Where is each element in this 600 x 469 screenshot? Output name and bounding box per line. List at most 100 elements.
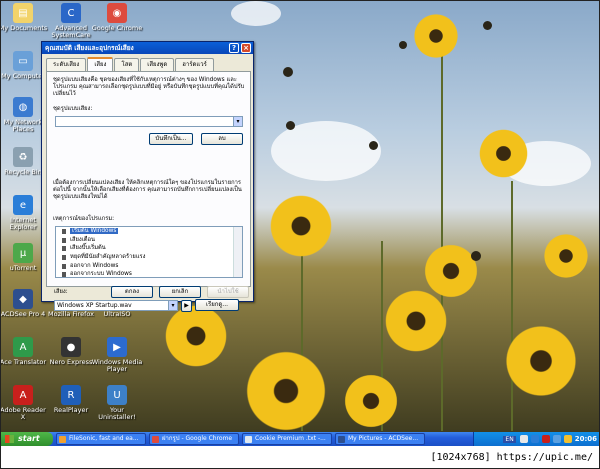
clock[interactable]: 20:06 <box>575 435 597 443</box>
taskbar-item-label: Cookie Premium .txt -... <box>255 435 326 442</box>
chevron-down-icon[interactable]: ▾ <box>168 301 177 310</box>
chevron-down-icon[interactable]: ▾ <box>233 117 242 126</box>
desktop-icon-google-chrome[interactable]: ◉ Google Chrome <box>91 3 143 32</box>
tab-audio[interactable]: โสต <box>114 58 140 71</box>
event-label: ออกจาก Windows <box>70 262 119 269</box>
event-item[interactable]: เสียงบี๊บเริ่มต้น <box>56 244 242 253</box>
tab-volume[interactable]: ระดับเสียง <box>46 58 87 71</box>
help-button[interactable]: ? <box>229 43 239 53</box>
language-indicator[interactable]: EN <box>503 435 516 443</box>
desktop-icon-my-documents[interactable]: ▤ My Documents <box>1 3 49 32</box>
events-label: เหตุการณ์ของโปรแกรม: <box>53 216 115 222</box>
volume-icon[interactable] <box>552 435 561 443</box>
advanced-systemcare-icon: C <box>61 3 81 23</box>
sounds-tab-panel: ชุดรูปแบบเสียงคือ ชุดของเสียงที่ใช้กับเห… <box>46 71 251 287</box>
advanced-systemcare-tray-icon[interactable] <box>530 435 539 443</box>
acdsee-icon <box>338 436 345 443</box>
flower <box>341 371 401 431</box>
browse-button[interactable]: เรียกดู... <box>195 299 239 311</box>
utorrent-icon: µ <box>13 243 33 263</box>
desktop-wallpaper: ▤ My Documents C Advanced SystemCare ◉ G… <box>1 1 599 432</box>
close-button[interactable]: × <box>241 43 251 53</box>
sound-file-value: Windows XP Startup.wav <box>57 302 132 309</box>
flower-bud <box>471 251 481 261</box>
taskbar-item-label: My Pictures - ACDSee... <box>348 435 419 442</box>
flower <box>241 346 331 432</box>
sound-scheme-select[interactable]: ▾ <box>55 116 243 127</box>
desktop-icon-media-player[interactable]: ▶ Windows Media Player <box>91 337 143 373</box>
tab-sounds[interactable]: เสียง <box>87 57 114 71</box>
dialog-tabs: ระดับเสียง เสียง โสต เสียงพูด ฮาร์ดแวร์ <box>46 57 215 71</box>
sound-file-select[interactable]: Windows XP Startup.wav ▾ <box>54 300 178 311</box>
desktop-icon-nero-express[interactable]: ● Nero Express <box>45 337 97 366</box>
taskbar-item-label: FileSonic, fast and ea... <box>69 435 139 442</box>
taskbar-item[interactable]: My Pictures - ACDSee... <box>335 433 425 445</box>
flower-stem <box>511 181 513 431</box>
dialog-titlebar[interactable]: คุณสมบัติ เสียงและอุปกรณ์เสียง ? × <box>42 42 253 54</box>
intro-text: ชุดรูปแบบเสียงคือ ชุดของเสียงที่ใช้กับเห… <box>53 77 245 97</box>
flower <box>541 231 591 281</box>
taskbar-item[interactable]: ฝากรูป - Google Chrome <box>149 433 239 445</box>
sound-label: เสียง: <box>54 289 68 295</box>
chrome-icon <box>152 436 159 443</box>
shield-icon[interactable] <box>563 435 572 443</box>
event-item[interactable]: หยุดที่มีนัยสำคัญหลาดร้ายแรง <box>56 253 242 262</box>
desktop-icon-label: UltraISO <box>103 310 131 318</box>
event-label: เสียงบี๊บเริ่มต้น <box>70 245 106 252</box>
cancel-button[interactable]: ยกเลิก <box>159 286 201 298</box>
play-button[interactable]: ▶ <box>181 300 192 312</box>
flower-bud <box>369 141 378 150</box>
delete-button[interactable]: ลบ <box>201 133 243 145</box>
screen: ▤ My Documents C Advanced SystemCare ◉ G… <box>0 0 600 469</box>
taskbar: start FileSonic, fast and ea... ฝากรูป -… <box>1 432 599 446</box>
desktop-icon-ace-translator[interactable]: A Ace Translator <box>1 337 49 366</box>
speaker-icon <box>62 246 66 252</box>
desktop-icon-label: Adobe Reader X <box>1 406 46 421</box>
flower-bud <box>283 67 293 77</box>
apply-button[interactable]: นำไปใช้ <box>207 286 249 298</box>
desktop-icon-label: uTorrent <box>9 264 37 272</box>
list-scrollbar[interactable] <box>233 227 242 277</box>
event-item[interactable]: เริ่มต้น Windows <box>56 227 242 236</box>
your-uninstaller-icon: U <box>107 385 127 405</box>
wallpaper-cloud <box>231 1 281 26</box>
media-player-icon: ▶ <box>107 337 127 357</box>
watermark: [1024x768] https://upic.me/ <box>1 446 599 468</box>
desktop-icon-adobe-reader[interactable]: A Adobe Reader X <box>1 385 49 421</box>
save-as-button[interactable]: บันทึกเป็น... <box>149 133 193 145</box>
desktop-icon-label: Nero Express <box>49 358 93 366</box>
windows-flag-icon <box>5 435 14 443</box>
event-item[interactable]: เสียงเตือน <box>56 236 242 245</box>
desktop-icon-label: RealPlayer <box>53 406 89 414</box>
speaker-icon <box>62 237 66 243</box>
taskbar-item[interactable]: FileSonic, fast and ea... <box>56 433 146 445</box>
desktop-icon-realplayer[interactable]: R RealPlayer <box>45 385 97 414</box>
desktop-icon-your-uninstaller[interactable]: U Your Uninstaller! <box>91 385 143 421</box>
wallpaper-cloud <box>271 121 381 181</box>
event-label: ออกจากระบบ Windows <box>70 271 132 278</box>
speaker-icon <box>62 272 66 277</box>
desktop-icon-label: Your Uninstaller! <box>98 406 136 421</box>
desktop-icon-label: Advanced SystemCare <box>51 24 91 39</box>
nero-express-icon: ● <box>61 337 81 357</box>
start-button[interactable]: start <box>1 432 53 446</box>
taskbar-item[interactable]: Cookie Premium .txt -... <box>242 433 332 445</box>
ok-button[interactable]: ตกลง <box>111 286 153 298</box>
internet-explorer-icon: e <box>13 195 33 215</box>
flower <box>421 241 481 301</box>
network-icon[interactable] <box>519 435 528 443</box>
program-events-list[interactable]: เริ่มต้น Windows เสียงเตือน เสียงบี๊บเริ… <box>55 226 243 278</box>
event-item[interactable]: ออกจากระบบ Windows <box>56 270 242 278</box>
realplayer-icon: R <box>61 385 81 405</box>
flower <box>501 321 581 401</box>
event-item[interactable]: ออกจาก Windows <box>56 262 242 271</box>
speaker-icon <box>62 255 66 261</box>
antivirus-icon[interactable] <box>541 435 550 443</box>
adobe-reader-icon: A <box>13 385 33 405</box>
desktop-icon-label: Windows Media Player <box>91 358 143 373</box>
recycle-bin-icon: ♻ <box>13 147 33 167</box>
desktop-icon-label: My Network Places <box>3 118 43 133</box>
tab-voice[interactable]: เสียงพูด <box>140 58 175 71</box>
desktop-icon-advanced-systemcare[interactable]: C Advanced SystemCare <box>45 3 97 39</box>
tab-hardware[interactable]: ฮาร์ดแวร์ <box>175 58 214 71</box>
